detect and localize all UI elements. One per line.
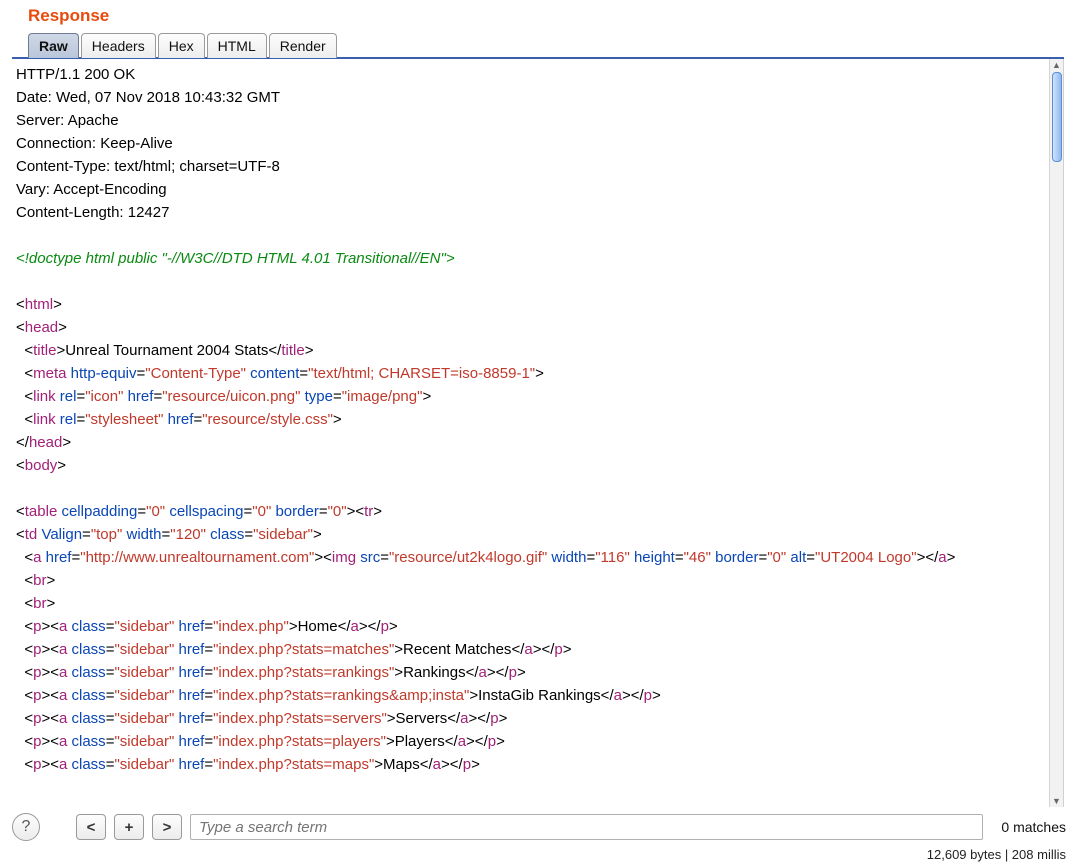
search-input[interactable] [190,814,983,840]
panel-title: Response [0,0,1076,32]
tab-hex[interactable]: Hex [158,33,205,58]
tab-html[interactable]: HTML [207,33,267,58]
response-body[interactable]: HTTP/1.1 200 OKDate: Wed, 07 Nov 2018 10… [12,59,1063,807]
vertical-scrollbar[interactable]: ▲ ▼ [1049,59,1063,807]
status-bar: 12,609 bytes | 208 millis [0,845,1076,866]
match-count: 0 matches [991,819,1066,835]
help-icon[interactable]: ? [12,813,40,841]
search-bar: ? < + > 0 matches [0,807,1076,845]
scroll-up-icon[interactable]: ▲ [1051,59,1063,71]
scroll-down-icon[interactable]: ▼ [1051,795,1063,807]
add-button[interactable]: + [114,814,144,840]
scroll-thumb[interactable] [1052,72,1062,162]
next-match-button[interactable]: > [152,814,182,840]
tab-render[interactable]: Render [269,33,337,58]
prev-match-button[interactable]: < [76,814,106,840]
tab-bar: Raw Headers Hex HTML Render [0,32,1076,57]
tab-headers[interactable]: Headers [81,33,156,58]
tab-raw[interactable]: Raw [28,33,79,58]
